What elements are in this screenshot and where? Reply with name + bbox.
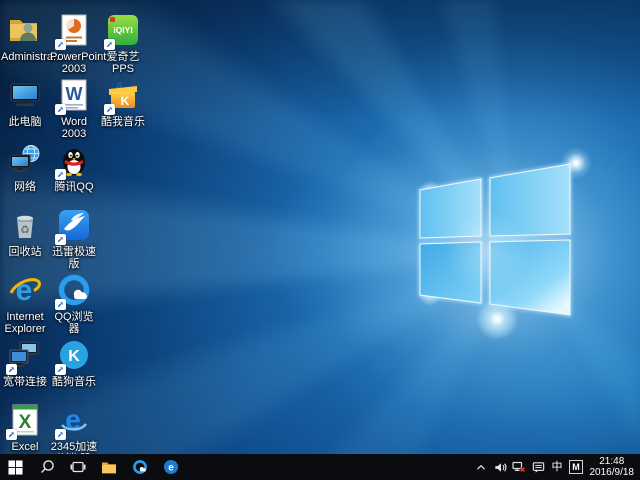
- ime-language-button-label: M: [569, 460, 583, 474]
- shortcut-arrow-icon: [104, 104, 115, 115]
- action-center-button[interactable]: [529, 454, 548, 480]
- desktop-icon-label: 爱奇艺PPS: [99, 51, 147, 75]
- taskbar-buttons: e: [0, 454, 186, 480]
- svg-text:iQIYI: iQIYI: [113, 25, 132, 35]
- e2345-icon: e: [56, 403, 92, 439]
- shortcut-arrow-icon: [104, 39, 115, 50]
- tray-expand-button[interactable]: [472, 454, 491, 480]
- desktop-icon-broadband[interactable]: 宽带连接: [1, 337, 49, 388]
- desktop-icon-label: Word 2003: [50, 116, 98, 140]
- shortcut-arrow-icon: [55, 299, 66, 310]
- desktop-icon-iqiyi-pps[interactable]: iQIYI 爱奇艺PPS: [99, 12, 147, 75]
- taskbar: e 中M 21:48 2016/9/18: [0, 454, 640, 480]
- desktop-icon-label: 宽带连接: [1, 376, 49, 388]
- ime-mode-indicator[interactable]: 中: [548, 454, 567, 480]
- svg-text:W: W: [66, 84, 83, 104]
- kugou-icon: K: [56, 338, 92, 374]
- taskbar-tray-area: 中M 21:48 2016/9/18: [472, 454, 640, 480]
- task-view-button[interactable]: [62, 454, 93, 480]
- task-view-icon: [70, 459, 86, 475]
- ime-mode-indicator-label: 中: [552, 462, 563, 473]
- iqiyi-icon: iQIYI: [105, 13, 141, 49]
- desktop-icon-internet-explorer[interactable]: eInternet Explorer: [1, 272, 49, 335]
- e2345-sm-icon: e: [163, 459, 179, 475]
- powerpoint-icon: [56, 13, 92, 49]
- system-tray: 中M: [472, 454, 586, 480]
- shortcut-arrow-icon: [55, 169, 66, 180]
- user-folder-icon: [7, 13, 43, 49]
- svg-text:e: e: [168, 463, 174, 474]
- desktop-icon-tencent-qq[interactable]: 腾讯QQ: [50, 142, 98, 193]
- shortcut-arrow-icon: [55, 429, 66, 440]
- file-explorer-button[interactable]: [93, 454, 124, 480]
- desktop-icon-recycle-bin[interactable]: ♻ 回收站: [1, 207, 49, 258]
- clock-time: 21:48: [590, 456, 635, 467]
- network-globe-icon: [7, 143, 43, 179]
- desktop-icon-label: 腾讯QQ: [50, 181, 98, 193]
- desktop-icon-label: Administra...: [1, 51, 49, 63]
- desktop-screen: Administra...此电脑网络♻回收站eInternet Explorer…: [0, 0, 640, 480]
- shortcut-arrow-icon: [55, 234, 66, 245]
- recycle-bin-icon: ♻: [7, 208, 43, 244]
- desktop-icon-network[interactable]: 网络: [1, 142, 49, 193]
- desktop-icon-label: Internet Explorer: [1, 311, 49, 335]
- desktop-icon-label: 迅雷极速版: [50, 246, 98, 270]
- desktop-icon-this-pc[interactable]: 此电脑: [1, 77, 49, 128]
- volume-button[interactable]: [491, 454, 510, 480]
- shortcut-arrow-icon: [55, 104, 66, 115]
- taskbar-clock[interactable]: 21:48 2016/9/18: [586, 456, 640, 478]
- qq-browser-sm-icon: [132, 459, 148, 475]
- shortcut-arrow-icon: [6, 364, 17, 375]
- desktop-icon-label: QQ浏览器: [50, 311, 98, 335]
- start-button[interactable]: [0, 454, 31, 480]
- desktop-icon-xunlei[interactable]: 迅雷极速版: [50, 207, 98, 270]
- network-status-button[interactable]: [510, 454, 529, 480]
- desktop-icon-label: 酷狗音乐: [50, 376, 98, 388]
- desktop-icon-kugou-music[interactable]: K 酷狗音乐: [50, 337, 98, 388]
- search-button[interactable]: [31, 454, 62, 480]
- desktop-icon-label: 回收站: [1, 246, 49, 258]
- excel-icon: X: [7, 403, 43, 439]
- desktop-icon-powerpoint-2003[interactable]: PowerPoint 2003: [50, 12, 98, 75]
- svg-text:♻: ♻: [20, 225, 30, 237]
- desktop-icon-label: 网络: [1, 181, 49, 193]
- folder-icon: [101, 459, 117, 475]
- kuwo-icon: ♫K: [105, 78, 141, 114]
- xunlei-icon: [56, 208, 92, 244]
- svg-text:K: K: [121, 94, 130, 108]
- svg-text:X: X: [19, 412, 32, 433]
- desktop-icon-word-2003[interactable]: W Word 2003: [50, 77, 98, 140]
- qq-browser-taskbar-button[interactable]: [124, 454, 155, 480]
- qq-browser-icon: [56, 273, 92, 309]
- broadband-icon: [7, 338, 43, 374]
- ie-icon: e: [7, 273, 43, 309]
- speaker-icon: [493, 460, 508, 475]
- desktop-icon-kuwo-music[interactable]: ♫K 酷我音乐: [99, 77, 147, 128]
- word-icon: W: [56, 78, 92, 114]
- clock-date: 2016/9/18: [590, 467, 635, 478]
- desktop-icon-label: 酷我音乐: [99, 116, 147, 128]
- desktop-icon-label: PowerPoint 2003: [50, 51, 98, 75]
- desktop-icon-grid: Administra...此电脑网络♻回收站eInternet Explorer…: [0, 0, 640, 454]
- monitor-icon: [7, 78, 43, 114]
- comment-icon: [531, 460, 546, 475]
- desktop-icon-qq-browser[interactable]: QQ浏览器: [50, 272, 98, 335]
- shortcut-arrow-icon: [6, 429, 17, 440]
- shortcut-arrow-icon: [55, 39, 66, 50]
- shortcut-arrow-icon: [55, 364, 66, 375]
- win-logo-icon: [8, 460, 23, 475]
- ime-language-button[interactable]: M: [567, 454, 586, 480]
- svg-text:K: K: [68, 348, 80, 365]
- network-x-icon: [511, 459, 527, 475]
- browser-2345-taskbar-button[interactable]: e: [155, 454, 186, 480]
- search-icon: [39, 459, 55, 475]
- desktop-icon-administrator[interactable]: Administra...: [1, 12, 49, 63]
- qq-icon: [56, 143, 92, 179]
- desktop-icon-label: 此电脑: [1, 116, 49, 128]
- chevron-up-icon: [474, 460, 488, 474]
